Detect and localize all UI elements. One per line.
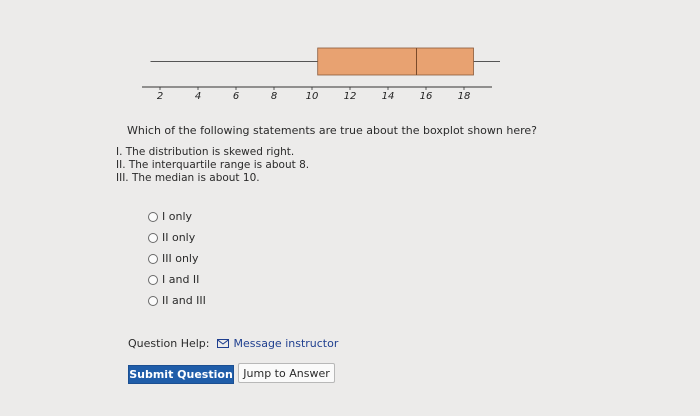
boxplot-chart: 2 4 6 8 10 12 14 16 18 xyxy=(142,47,500,102)
question-help-label: Question Help: xyxy=(128,337,210,350)
choice-label: I only xyxy=(162,210,193,223)
choice-ii-only[interactable]: II only xyxy=(148,227,206,248)
radio-button[interactable] xyxy=(148,295,158,306)
tick-label: 6 xyxy=(233,91,239,102)
answer-choices: I only II only III only I and II II and … xyxy=(148,206,206,311)
choice-iii-only[interactable]: III only xyxy=(148,248,206,269)
jump-to-answer-button[interactable]: Jump to Answer xyxy=(238,363,335,383)
statement-2: II. The interquartile range is about 8. xyxy=(116,159,310,171)
tick-label: 12 xyxy=(344,91,357,102)
statement-3: III. The median is about 10. xyxy=(116,172,260,184)
radio-button[interactable] xyxy=(148,253,158,264)
choice-label: II and III xyxy=(162,294,206,307)
tick-label: 8 xyxy=(271,91,277,102)
message-instructor-link[interactable]: Message instructor xyxy=(217,337,338,350)
choice-i-only[interactable]: I only xyxy=(148,206,206,227)
choice-i-and-ii[interactable]: I and II xyxy=(148,269,206,290)
statement-list: I. The distribution is skewed right. II.… xyxy=(116,146,309,185)
radio-button[interactable] xyxy=(148,211,158,222)
tick-label: 18 xyxy=(458,91,471,102)
choice-label: II only xyxy=(162,231,196,244)
tick-label: 10 xyxy=(306,91,319,102)
radio-button[interactable] xyxy=(148,232,158,243)
radio-button[interactable] xyxy=(148,274,158,285)
message-instructor-label: Message instructor xyxy=(233,337,339,350)
choice-label: I and II xyxy=(162,273,200,286)
tick-label: 16 xyxy=(420,91,433,102)
question-help: Question Help: Message instructor xyxy=(128,337,338,350)
iqr-box xyxy=(317,47,474,76)
tick-label: 4 xyxy=(195,91,201,102)
choice-ii-and-iii[interactable]: II and III xyxy=(148,290,206,311)
statement-1: I. The distribution is skewed right. xyxy=(116,146,295,158)
tick-label: 2 xyxy=(157,91,163,102)
envelope-icon xyxy=(217,339,230,348)
tick-label: 14 xyxy=(382,91,395,102)
question-page: 2 4 6 8 10 12 14 16 18 Which of the following st… xyxy=(0,0,700,416)
choice-label: III only xyxy=(162,252,199,265)
question-prompt: Which of the following statements are tr… xyxy=(127,124,538,137)
submit-question-button[interactable]: Submit Question xyxy=(128,365,234,384)
